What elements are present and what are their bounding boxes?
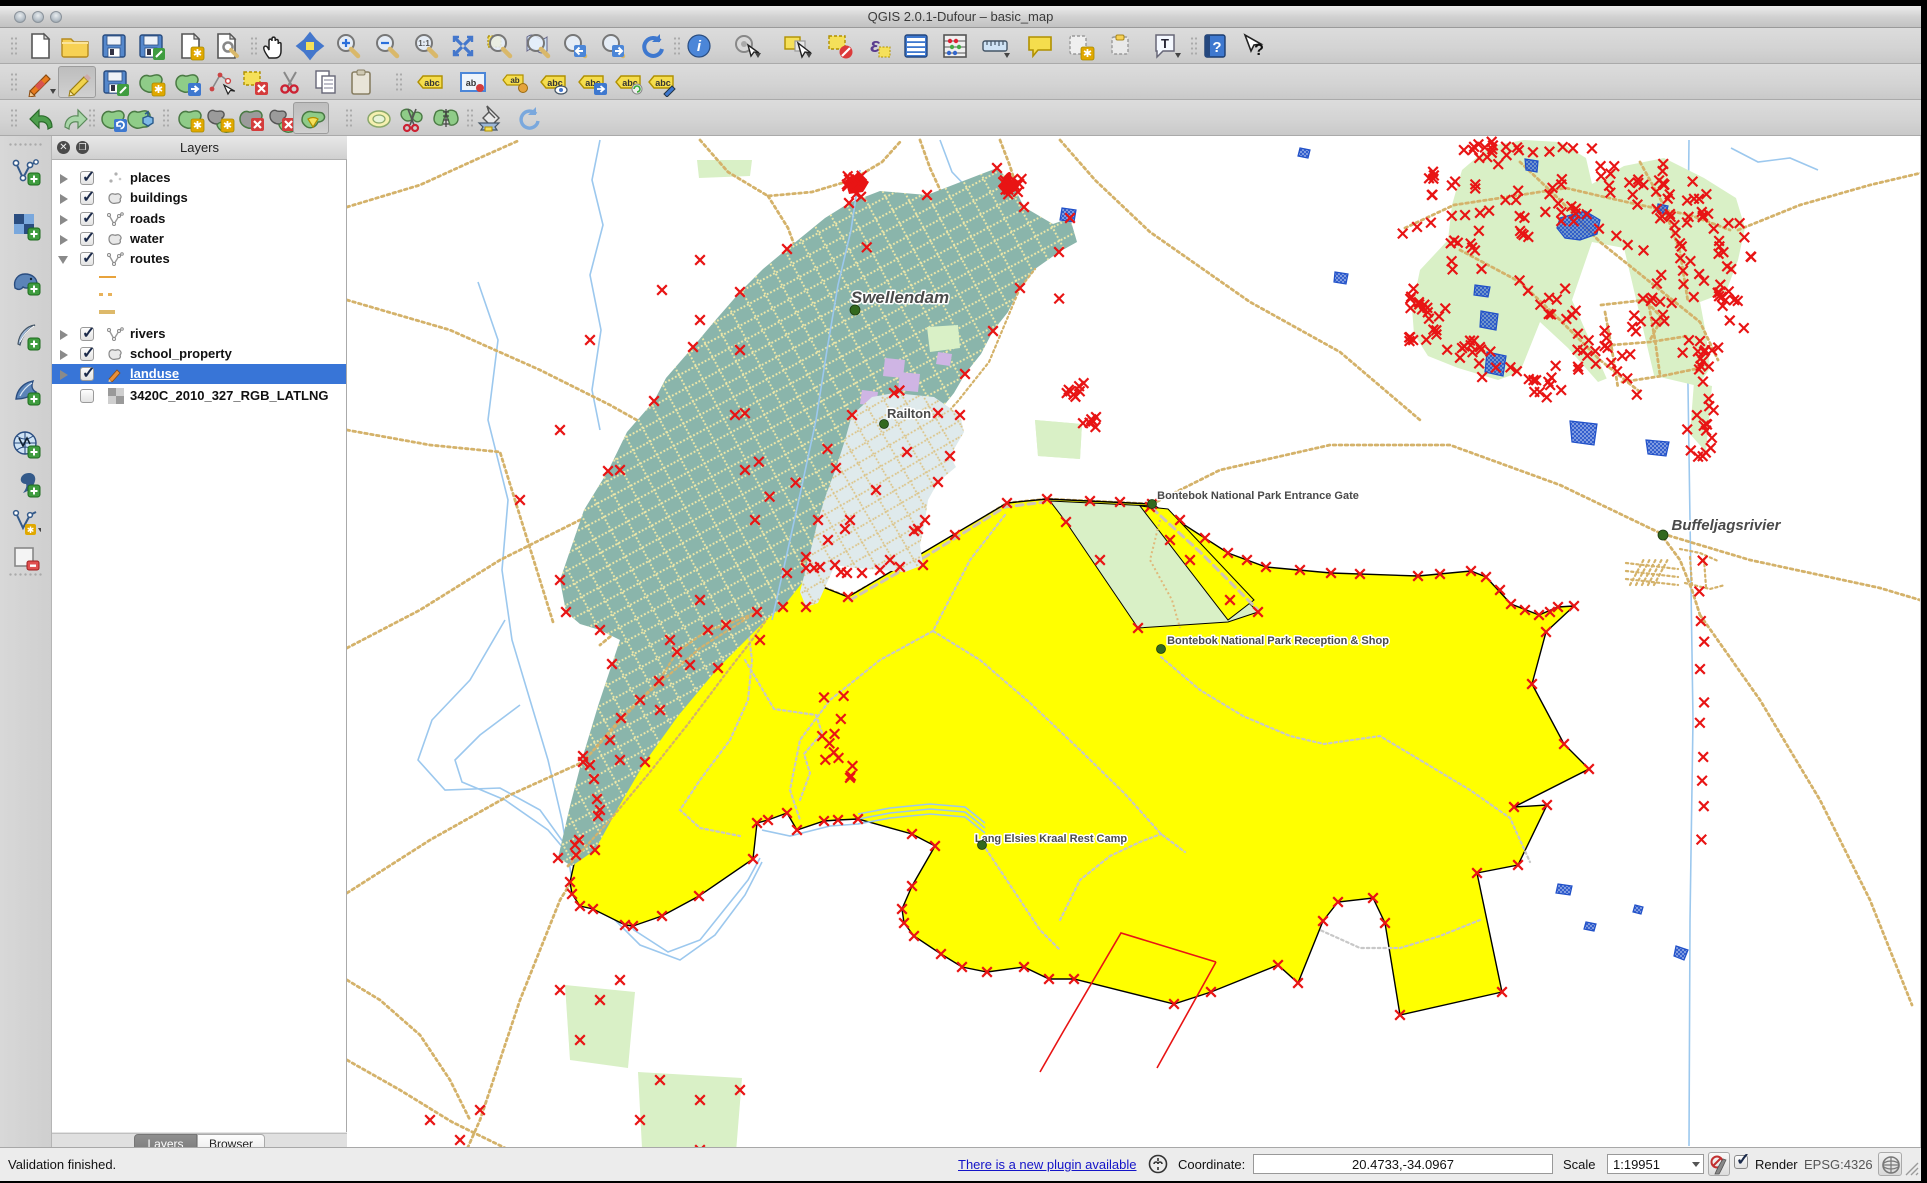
svg-text:✱: ✱ bbox=[193, 48, 202, 60]
svg-text:1:1: 1:1 bbox=[418, 39, 430, 48]
svg-text:✱: ✱ bbox=[27, 525, 35, 535]
svg-text:?: ? bbox=[1254, 42, 1264, 59]
svg-text:✱: ✱ bbox=[154, 84, 163, 96]
svg-text:Swellendam: Swellendam bbox=[851, 288, 949, 307]
svg-text:ab: ab bbox=[510, 76, 519, 85]
svg-text:Bontebok National Park Entranc: Bontebok National Park Entrance Gate bbox=[1157, 490, 1359, 502]
svg-text:ab: ab bbox=[466, 78, 477, 88]
svg-text:Buffeljagsrivier: Buffeljagsrivier bbox=[1672, 517, 1782, 534]
svg-text:✱: ✱ bbox=[223, 120, 232, 132]
svg-text:✱: ✱ bbox=[193, 120, 202, 132]
svg-text:T: T bbox=[1161, 36, 1169, 51]
svg-text:✱: ✱ bbox=[1083, 48, 1092, 60]
svg-text:Bontebok National Park Recepti: Bontebok National Park Reception & Shop bbox=[1167, 635, 1389, 647]
svg-text:abc: abc bbox=[424, 78, 440, 88]
svg-text:Lang Elsies Kraal Rest Camp: Lang Elsies Kraal Rest Camp bbox=[975, 833, 1128, 845]
svg-text:?: ? bbox=[1212, 39, 1221, 56]
svg-text:abc: abc bbox=[655, 78, 671, 88]
svg-text:Railton: Railton bbox=[887, 406, 931, 421]
